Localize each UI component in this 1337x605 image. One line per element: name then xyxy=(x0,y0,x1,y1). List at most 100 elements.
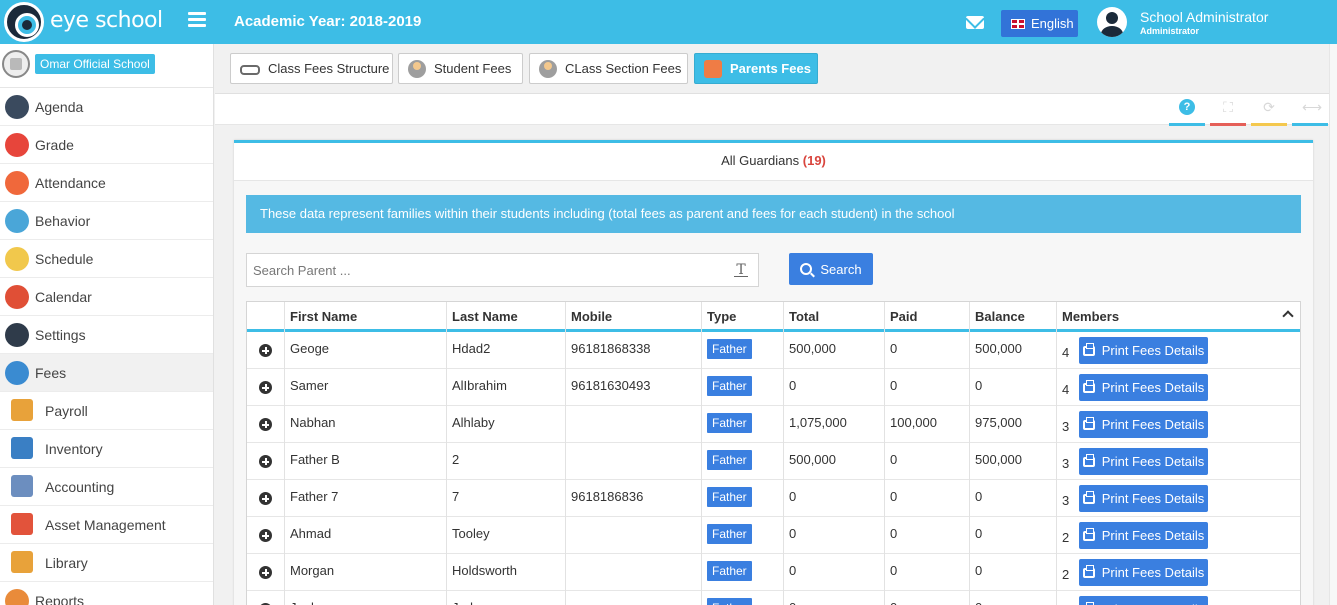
cell-first-name: Ahmad xyxy=(284,517,446,554)
page-scrollbar[interactable] xyxy=(1329,44,1337,605)
cell-mobile xyxy=(565,554,701,591)
col-mobile[interactable]: Mobile xyxy=(565,302,701,332)
sidebar-item-library[interactable]: Library xyxy=(0,544,213,582)
expand-row-icon[interactable] xyxy=(259,455,272,468)
cell-last-name: 2 xyxy=(446,443,565,480)
search-box: T xyxy=(246,253,759,287)
refresh-button[interactable]: ⟳ xyxy=(1251,96,1287,126)
col-first-name[interactable]: First Name xyxy=(284,302,446,332)
print-fees-details-button[interactable]: Print Fees Details xyxy=(1079,485,1208,512)
sidebar-item-inventory[interactable]: Inventory xyxy=(0,430,213,468)
sidebar-item-attendance[interactable]: Attendance xyxy=(0,164,213,202)
cell-last-name: Holdsworth xyxy=(446,554,565,591)
cell-type: Father xyxy=(701,332,783,369)
cell-members: 3Print Fees Details xyxy=(1056,591,1300,605)
sidebar-item-payroll[interactable]: Payroll xyxy=(0,392,213,430)
sidebar-item-asset-management[interactable]: Asset Management xyxy=(0,506,213,544)
expand-row-icon[interactable] xyxy=(259,418,272,431)
payroll-icon xyxy=(11,399,33,421)
expand-row-icon[interactable] xyxy=(259,344,272,357)
print-button-label: Print Fees Details xyxy=(1101,343,1205,358)
inventory-icon xyxy=(11,437,33,459)
members-count: 4 xyxy=(1062,382,1070,397)
eye-school-logo-icon[interactable] xyxy=(4,2,44,42)
table-row[interactable]: Father 7 7 9618186836 Father 0 0 0 3 Print Fees … xyxy=(247,480,1300,517)
menu-toggle-icon[interactable] xyxy=(188,12,206,28)
printer-icon xyxy=(1082,379,1095,393)
cell-members: 4 Print Fees Details xyxy=(1056,332,1300,369)
col-total[interactable]: Total xyxy=(783,302,884,332)
print-fees-details-button[interactable]: Print Fees Details xyxy=(1079,337,1208,364)
sidebar-item-accounting[interactable]: Accounting xyxy=(0,468,213,506)
cell-members: 3Print Fees Details xyxy=(1056,406,1300,443)
cell-mobile xyxy=(565,591,701,605)
sidebar-item-label: Payroll xyxy=(45,402,88,419)
table-row[interactable]: Geoge Hdad2 96181868338 Father 500,000 0 500,0… xyxy=(247,332,1300,369)
cell-total-text: 500,000 xyxy=(789,341,836,356)
print-fees-details-button[interactable]: Print Fees Details xyxy=(1079,411,1208,438)
col-paid[interactable]: Paid xyxy=(884,302,969,332)
expand-row-icon[interactable] xyxy=(259,529,272,542)
sidebar-item-label: Calendar xyxy=(35,288,92,305)
mail-icon[interactable] xyxy=(966,16,984,29)
user-name[interactable]: School Administrator xyxy=(1140,9,1268,25)
sidebar-item-reports[interactable]: Reports xyxy=(0,582,213,605)
sidebar-item-calendar[interactable]: Calendar xyxy=(0,278,213,316)
search-input[interactable] xyxy=(247,254,717,286)
expand-row-icon[interactable] xyxy=(259,381,272,394)
sidebar-item-schedule[interactable]: Schedule xyxy=(0,240,213,278)
table-row[interactable]: Nabhan Alhlaby Father 1,075,000 100,000 975,0… xyxy=(247,406,1300,443)
cell-first-name-text: Joel xyxy=(290,600,314,605)
printer-icon xyxy=(1082,416,1095,430)
print-fees-details-button[interactable]: Print Fees Details xyxy=(1079,374,1208,401)
print-fees-details-button[interactable]: Print Fees Details xyxy=(1079,596,1208,605)
sidebar-item-label: Behavior xyxy=(35,212,91,229)
tab-student-fees[interactable]: Student Fees xyxy=(398,53,523,84)
col-last-name[interactable]: Last Name xyxy=(446,302,565,332)
search-button[interactable]: Search xyxy=(789,253,873,285)
tab-parents-fees[interactable]: Parents Fees xyxy=(694,53,818,84)
print-fees-details-button[interactable]: Print Fees Details xyxy=(1079,559,1208,586)
col-type[interactable]: Type xyxy=(701,302,783,332)
text-format-icon[interactable]: T xyxy=(734,263,748,277)
sidebar-item-label: Attendance xyxy=(35,174,106,191)
table-row[interactable]: Morgan Holdsworth Father 0 0 0 2 Print Fees Det… xyxy=(247,554,1300,591)
sidebar-item-settings[interactable]: Settings xyxy=(0,316,213,354)
language-button[interactable]: English xyxy=(1001,10,1078,37)
tab-class-fees-structure[interactable]: Class Fees Structure xyxy=(230,53,393,84)
print-fees-details-button[interactable]: Print Fees Details xyxy=(1079,448,1208,475)
expand-row-icon[interactable] xyxy=(259,492,272,505)
table-row[interactable]: Samer AlIbrahim 96181630493 Father 0 0 0 4 Print… xyxy=(247,369,1300,406)
brand-name[interactable]: eye school xyxy=(50,8,163,33)
table-row[interactable]: Ahmad Tooley Father 0 0 0 2 Print Fees Details xyxy=(247,517,1300,554)
cell-paid-text: 0 xyxy=(890,526,898,541)
fullscreen-button[interactable]: ⛶ xyxy=(1210,96,1246,126)
col-balance[interactable]: Balance xyxy=(969,302,1056,332)
cell-paid-text: 0 xyxy=(890,563,898,578)
cell-mobile-text: 96181630493 xyxy=(571,378,651,393)
expand-row-icon[interactable] xyxy=(259,566,272,579)
sidebar-item-fees[interactable]: Fees xyxy=(0,354,213,392)
school-name-badge[interactable]: Omar Official School xyxy=(35,54,155,74)
help-button[interactable]: ? xyxy=(1169,96,1205,126)
table-row[interactable]: Joel Judge Father 0 0 0 3Print Fees Details xyxy=(247,591,1300,605)
sidebar-item-behavior[interactable]: Behavior xyxy=(0,202,213,240)
cell-first-name-text: Ahmad xyxy=(290,526,332,541)
printer-icon xyxy=(1082,490,1095,504)
resize-button[interactable]: ⟷ xyxy=(1292,96,1328,126)
print-fees-details-button[interactable]: Print Fees Details xyxy=(1079,522,1208,549)
tab-class-section-fees[interactable]: CLass Section Fees xyxy=(529,53,688,84)
cell-last-name: Tooley xyxy=(446,517,565,554)
sidebar-item-agenda[interactable]: Agenda xyxy=(0,88,213,126)
cell-paid: 100,000 xyxy=(884,406,969,443)
sidebar-item-label: Fees xyxy=(35,364,67,381)
cell-last-name-text: 7 xyxy=(452,489,460,504)
sidebar-item-grade[interactable]: Grade xyxy=(0,126,213,164)
table-body: Geoge Hdad2 96181868338 Father 500,000 0 500,0… xyxy=(247,332,1300,605)
settings-icon xyxy=(5,323,29,347)
table-row[interactable]: Father B 2 Father 500,000 0 500,000 3 Print Fee… xyxy=(247,443,1300,480)
col-members[interactable]: Members xyxy=(1056,302,1300,332)
tab-label: Class Fees Structure xyxy=(268,61,390,76)
cell-total-text: 0 xyxy=(789,600,796,605)
user-avatar[interactable] xyxy=(1097,7,1127,37)
